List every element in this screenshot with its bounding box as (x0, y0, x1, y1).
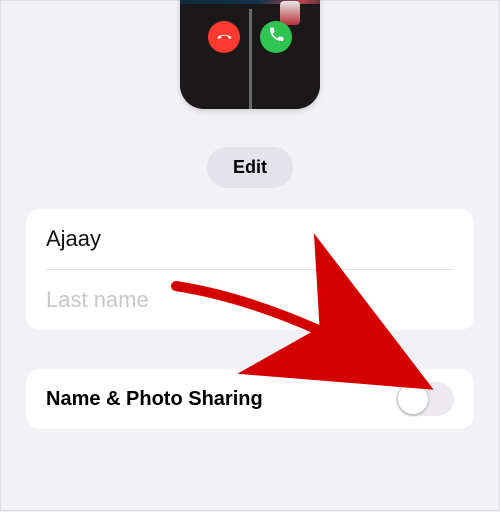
first-name-field[interactable]: Ajaay (46, 209, 454, 270)
edit-button[interactable]: Edit (207, 147, 293, 188)
phone-down-icon (216, 26, 233, 48)
first-name-value: Ajaay (46, 226, 101, 252)
last-name-placeholder: Last name (46, 287, 149, 313)
toggle-knob (398, 384, 428, 414)
sharing-label: Name & Photo Sharing (46, 388, 396, 411)
name-fields-group: Ajaay Last name (26, 209, 474, 330)
name-photo-sharing-toggle[interactable] (396, 382, 454, 416)
contact-photo-preview (180, 0, 320, 109)
phone-icon (268, 26, 285, 48)
name-photo-sharing-row: Name & Photo Sharing (46, 369, 454, 429)
decline-call-button (208, 21, 240, 53)
accept-call-button (260, 21, 292, 53)
last-name-field[interactable]: Last name (46, 270, 454, 330)
sharing-group: Name & Photo Sharing (26, 369, 474, 429)
